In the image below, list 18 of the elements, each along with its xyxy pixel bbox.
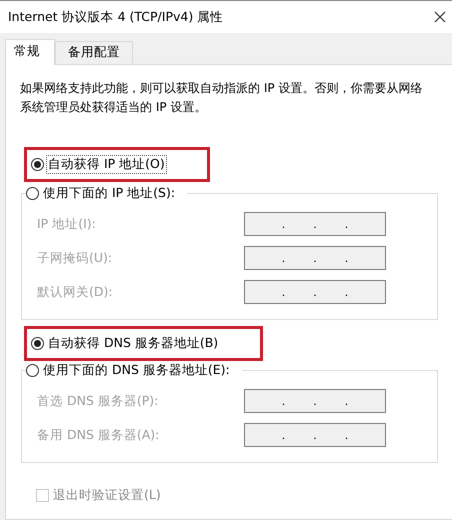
field-label: 备用 DNS 服务器(A):: [37, 426, 160, 444]
close-icon[interactable]: [434, 11, 446, 23]
radio-label[interactable]: 使用下面的 IP 地址(S):: [41, 184, 178, 203]
field-label: IP 地址(I):: [37, 216, 96, 232]
tab[interactable]: 常规: [5, 39, 55, 65]
tab[interactable]: 备用配置: [55, 41, 133, 64]
radio-button[interactable]: [26, 187, 39, 200]
description-text: 如果网络支持此功能，则可以获取自动指派的 IP 设置。否则，你需要从网络系统管理员处获得适当的 IP 设置。: [20, 80, 424, 116]
radio-label[interactable]: 自动获得 DNS 服务器地址(B): [46, 334, 220, 353]
radio-label[interactable]: 使用下面的 DNS 服务器地址(E):: [41, 361, 232, 380]
radio-label[interactable]: 自动获得 IP 地址(O): [46, 155, 167, 174]
radio-button[interactable]: [26, 364, 39, 377]
window-title: Internet 协议版本 4 (TCP/IPv4) 属性: [8, 8, 224, 26]
field-label: 默认网关(D):: [37, 284, 113, 300]
radio-button[interactable]: [31, 158, 44, 171]
radio-button[interactable]: [31, 337, 44, 350]
field-label: 子网掩码(U):: [37, 250, 112, 266]
field-label: 首选 DNS 服务器(P):: [37, 392, 158, 410]
